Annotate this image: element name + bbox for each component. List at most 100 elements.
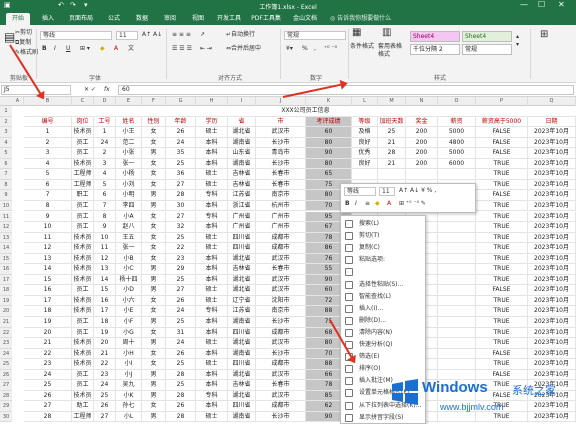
table-row-cell[interactable]: 5000	[438, 127, 476, 138]
table-row-cell[interactable]: 四川省	[228, 401, 256, 412]
table-row-cell[interactable]: 男	[142, 338, 166, 349]
decimal-icon[interactable]: ⁺⁰ ⁻⁰	[324, 45, 337, 53]
table-row-cell[interactable]: 长春市	[256, 380, 306, 391]
tab-formulas[interactable]: 公式	[104, 13, 124, 25]
table-row-cell[interactable]: 湖北省	[228, 390, 256, 402]
table-row-cell[interactable]: 24	[166, 338, 196, 349]
table-row-cell[interactable]: 女	[142, 127, 166, 138]
copy-button[interactable]: ⧉复制	[15, 39, 31, 47]
table-row-cell[interactable]: 14	[94, 274, 116, 286]
table-row-cell[interactable]: 30	[166, 200, 196, 212]
table-row-cell[interactable]: 技术员	[72, 390, 94, 402]
table-row-cell[interactable]: 长沙市	[256, 348, 306, 360]
align-top-icon[interactable]: ≡ ≡ ≡	[172, 31, 191, 39]
table-row-cell[interactable]: 200	[406, 137, 438, 149]
table-row-cell[interactable]: 25	[24, 380, 72, 391]
row-header[interactable]: 5	[0, 148, 12, 159]
row-header[interactable]: 28	[0, 390, 12, 402]
font-size-select[interactable]: 11	[116, 31, 138, 40]
table-row-cell[interactable]: 成都市	[256, 327, 306, 339]
table-row-cell[interactable]: 范二	[116, 137, 142, 149]
table-row-cell[interactable]: 工程师	[72, 169, 94, 180]
table-row-cell[interactable]	[438, 211, 476, 223]
column-header[interactable]: K	[306, 97, 352, 106]
column-header[interactable]: H	[196, 97, 228, 106]
table-row-cell[interactable]: 李四	[116, 200, 142, 212]
table-row-cell[interactable]: 武汉市	[256, 253, 306, 265]
tab-home[interactable]: 开始	[6, 13, 30, 25]
bold-button[interactable]: B	[42, 45, 47, 53]
table-row-cell[interactable]: 硕士	[196, 243, 228, 254]
tab-pdf[interactable]: PDF工具集	[250, 13, 282, 25]
column-title[interactable]: 姓名	[116, 116, 142, 128]
table-row-cell[interactable]: 28	[166, 190, 196, 201]
column-title[interactable]: 薪资高于5000	[476, 116, 528, 128]
table-row-cell[interactable]: 20	[94, 338, 116, 349]
row-header[interactable]: 6	[0, 158, 12, 170]
column-title[interactable]: 年龄	[166, 116, 196, 128]
table-row-cell[interactable]: 硕士	[196, 285, 228, 296]
context-menu-item[interactable]: 智能查找(L)	[341, 291, 427, 303]
table-row-cell[interactable]: 长沙市	[256, 317, 306, 328]
tab-view[interactable]: 视图	[188, 13, 208, 25]
table-row-cell[interactable]: 技术员	[72, 306, 94, 317]
row-header[interactable]: 18	[0, 285, 12, 296]
context-menu-item[interactable]: 剪切(T)	[341, 230, 427, 242]
table-row-cell[interactable]: TRUE	[476, 295, 528, 307]
table-row-cell[interactable]: 1	[94, 127, 116, 138]
table-row-cell[interactable]: 11	[24, 232, 72, 244]
table-row-cell[interactable]: 小杨	[116, 169, 142, 180]
table-row-cell[interactable]: 武汉市	[256, 338, 306, 349]
table-row-cell[interactable]: 小K	[116, 390, 142, 402]
table-row-cell[interactable]: 4	[24, 158, 72, 170]
table-row-cell[interactable]: 17	[24, 295, 72, 307]
table-row-cell[interactable]: 员工	[72, 148, 94, 159]
column-title[interactable]: 市	[256, 116, 306, 128]
table-row-cell[interactable]: 本科	[196, 158, 228, 170]
table-row-cell[interactable]: 本科	[196, 137, 228, 149]
merge-center-button[interactable]: ⇔合并后居中	[226, 45, 261, 53]
table-row-cell[interactable]: 硕士	[196, 127, 228, 138]
table-row-cell[interactable]: 武汉市	[256, 285, 306, 296]
table-row-cell[interactable]: 10	[24, 222, 72, 233]
table-row-cell[interactable]: 本科	[196, 222, 228, 233]
column-header[interactable]: P	[476, 97, 528, 106]
mini-font-select[interactable]: 等线	[344, 187, 376, 196]
table-row-cell[interactable]: 专科	[196, 211, 228, 223]
row-header[interactable]: 17	[0, 274, 12, 286]
table-row-cell[interactable]: TRUE	[476, 253, 528, 265]
table-row-cell[interactable]: 2023年10月	[528, 285, 576, 296]
table-row-cell[interactable]: 13	[24, 253, 72, 265]
table-row-cell[interactable]: 小J	[116, 369, 142, 381]
table-row-cell[interactable]: 技术员	[72, 243, 94, 254]
table-row-cell[interactable]: 孙七	[116, 401, 142, 412]
column-title[interactable]: 奖金	[406, 116, 438, 128]
table-row-cell[interactable]: 8	[24, 200, 72, 212]
table-row-cell[interactable]: 2023年10月	[528, 317, 576, 328]
table-row-cell[interactable]: 员工	[72, 200, 94, 212]
table-row-cell[interactable]: 21	[24, 338, 72, 349]
table-row-cell[interactable]: 29	[166, 264, 196, 275]
tab-kingsoft-docs[interactable]: 金山文档	[290, 13, 320, 25]
table-row-cell[interactable]: 36	[166, 169, 196, 180]
table-row-cell[interactable]: 1	[24, 127, 72, 138]
table-row-cell[interactable]: 21	[378, 137, 406, 149]
table-row-cell[interactable]: 广州省	[228, 211, 256, 223]
table-row-cell[interactable]: 本科	[196, 348, 228, 360]
table-row-cell[interactable]: 本科	[196, 401, 228, 412]
row-header[interactable]: 10	[0, 200, 12, 212]
row-header[interactable]: 30	[0, 411, 12, 423]
table-row-cell[interactable]: 24	[166, 306, 196, 317]
table-row-cell[interactable]: TRUE	[476, 222, 528, 233]
table-row-cell[interactable]: 小王	[116, 127, 142, 138]
table-row-cell[interactable]: TRUE	[476, 338, 528, 349]
underline-button[interactable]: U	[66, 45, 70, 53]
mini-size-select[interactable]: 11	[379, 187, 395, 196]
table-row-cell[interactable]: 四川省	[228, 327, 256, 339]
table-row-cell[interactable]: 10	[94, 232, 116, 244]
table-row-cell[interactable]: 21	[378, 158, 406, 170]
table-row-cell[interactable]: 四川省	[228, 359, 256, 370]
table-row-cell[interactable]: 23	[166, 253, 196, 265]
table-row-cell[interactable]: 28	[378, 148, 406, 159]
table-row-cell[interactable]: 优秀	[352, 148, 378, 159]
